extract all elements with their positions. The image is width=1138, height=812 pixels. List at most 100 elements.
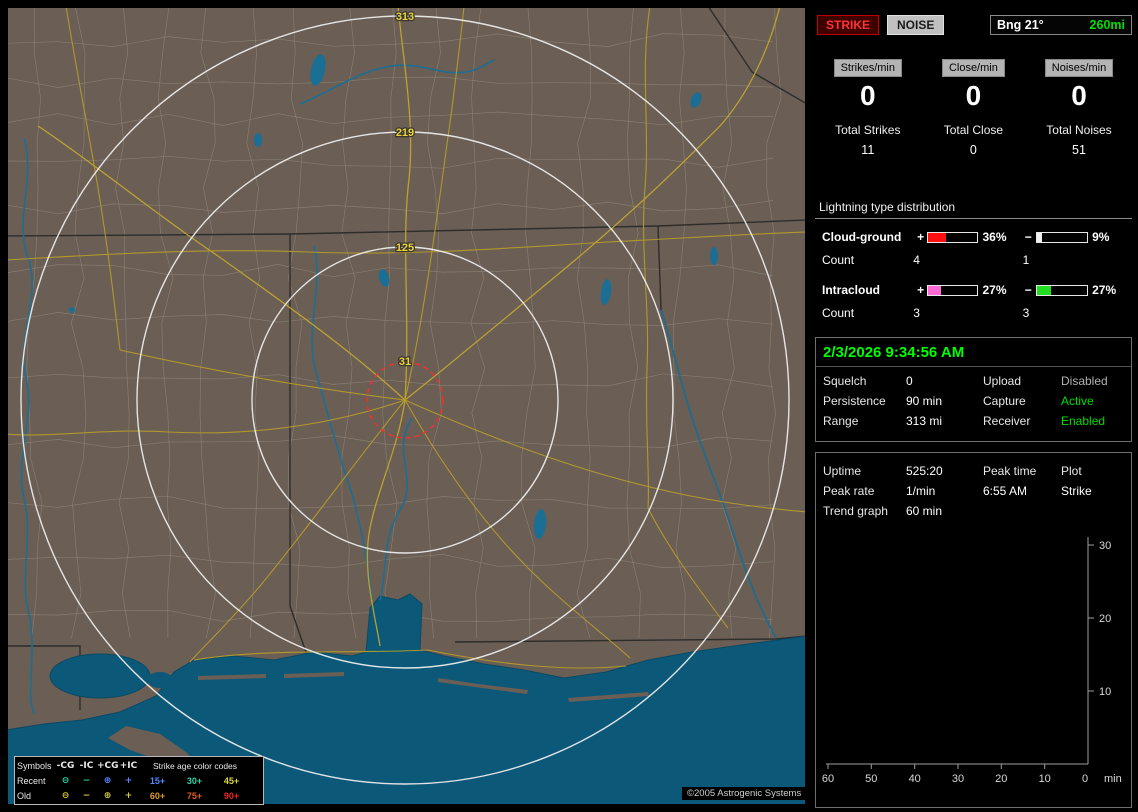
lightning-map[interactable]: 313 219 125 31 [8,8,805,804]
age-30: 30+ [186,775,203,786]
settings-row-persistence: Persistence 90 min Capture Active [816,391,1131,411]
legend-age-title: Strike age color codes [152,760,238,771]
ring-label-125: 125 [396,242,414,254]
peak-time-label: Peak time [983,464,1037,478]
stats-row-2: Peak rate 1/min 6:55 AM Strike [816,481,1131,501]
range-value: 313 mi [906,414,943,428]
status-panel: STRIKE NOISE Bng 21° 260mi Strikes/min 0… [815,0,1132,812]
squelch-value: 0 [906,374,913,388]
trend-graph: 30 20 10 60 50 40 30 20 10 0 min [822,537,1122,785]
x-tick-0: 0 [1082,773,1088,785]
cg-positive-count: 4 [913,253,920,267]
legend-recent-label: Recent [17,775,46,786]
strikes-per-min-value: 0 [860,80,876,111]
count-label: Count [822,253,855,267]
statistics-panel: Uptime 525:20 Peak time Plot Peak rate 1… [815,452,1132,808]
minus-sign: − [1024,230,1032,244]
cg-positive-bar [926,231,979,243]
old-cg-pos-icon: ⊕ [103,790,112,801]
lightning-type-distribution: Lightning type distribution Cloud-ground… [815,198,1132,325]
cg-negative-count: 1 [1022,253,1030,267]
bearing-value: Bng 21° [997,18,1044,32]
total-strikes-label: Total Strikes [835,123,901,137]
receiver-label: Receiver [983,414,1031,428]
rate-counters: Strikes/min 0 Total Strikes 11 Close/min… [815,58,1132,157]
y-tick-20: 20 [1099,613,1111,625]
noise-indicator[interactable]: NOISE [887,15,945,35]
legend-old-label: Old [17,790,32,801]
age-45: 45+ [223,775,240,786]
persistence-value: 90 min [906,394,943,408]
persistence-label: Persistence [823,394,886,408]
plus-sign: + [917,230,925,244]
uptime-value: 525:20 [906,464,943,478]
settings-row-squelch: Squelch 0 Upload Disabled [816,371,1131,391]
peak-time-value: 6:55 AM [983,484,1028,498]
close-per-min-value: 0 [965,80,982,111]
trend-window-value: 60 min [906,504,943,518]
divider [816,366,1131,367]
legend-col-cg-pos: +CG [97,760,119,771]
ring-label-219: 219 [396,127,414,139]
lake-pontchartrain [49,653,151,699]
nexstorm-window: 313 219 125 31 Symbols -CG -IC +CG +IC S… [0,0,1138,812]
x-tick-30: 30 [952,773,964,785]
old-ic-pos-icon: + [124,790,133,801]
noises-per-min-counter: Noises/min 0 Total Noises 51 [1026,58,1132,157]
old-ic-neg-icon: − [82,790,91,801]
legend-symbols-title: Symbols [17,760,52,771]
plot-label: Plot [1061,464,1082,478]
bearing-readout: Bng 21° 260mi [990,15,1132,35]
intracloud-label: Intracloud [822,283,881,297]
count-label: Count [822,306,855,320]
y-tick-10: 10 [1099,686,1111,698]
cloud-ground-count-row: Count 4 1 [815,248,1132,272]
clock-settings-panel: 2/3/2026 9:34:56 AM Squelch 0 Upload Dis… [815,337,1132,442]
recent-ic-pos-icon: + [124,775,133,786]
indicator-strip: STRIKE NOISE Bng 21° 260mi [817,14,1132,36]
x-tick-40: 40 [909,773,921,785]
map-canvas: 313 219 125 31 [8,8,805,804]
noises-per-min-badge: Noises/min [1044,59,1114,77]
x-tick-60: 60 [822,773,834,785]
plus-sign: + [917,283,925,297]
intracloud-count-row: Count 3 3 [815,301,1132,325]
plot-value: Strike [1061,484,1092,498]
age-60: 60+ [149,790,166,801]
upload-label: Upload [983,374,1022,388]
ic-positive-pct: 27% [982,283,1007,297]
x-tick-50: 50 [865,773,877,785]
strike-indicator[interactable]: STRIKE [817,15,880,35]
ic-positive-bar [926,284,979,296]
stats-row-trend: Trend graph 60 min [816,501,1131,521]
total-close-value: 0 [969,143,977,157]
legend-col-ic-neg: -IC [79,760,94,771]
capture-status: Active [1061,394,1094,408]
cg-positive-pct: 36% [982,230,1007,244]
datetime-display: 2/3/2026 9:34:56 AM [823,344,965,361]
distribution-title: Lightning type distribution [815,198,1132,219]
copyright-text: ©2005 Astrogenic Systems [682,787,807,800]
x-axis-unit: min [1104,773,1122,785]
ring-label-31: 31 [399,356,411,368]
trend-graph-label: Trend graph [823,504,888,518]
noises-per-min-value: 0 [1071,80,1087,111]
total-close-label: Total Close [943,123,1004,137]
total-noises-label: Total Noises [1046,123,1112,137]
capture-label: Capture [983,394,1026,408]
stats-row-1: Uptime 525:20 Peak time Plot [816,461,1131,481]
ic-negative-bar [1036,284,1089,296]
ic-negative-pct: 27% [1092,283,1117,297]
age-90: 90+ [223,790,240,801]
strikes-per-min-counter: Strikes/min 0 Total Strikes 11 [815,58,921,157]
close-per-min-counter: Close/min 0 Total Close 0 [921,58,1027,157]
bearing-range-value: 260mi [1089,18,1125,32]
x-tick-20: 20 [995,773,1007,785]
age-15: 15+ [149,775,166,786]
legend-col-cg-neg: -CG [56,760,75,771]
total-noises-value: 51 [1072,143,1086,157]
close-per-min-badge: Close/min [941,59,1005,77]
peak-rate-label: Peak rate [823,484,875,498]
ic-positive-count: 3 [913,306,920,320]
ic-negative-count: 3 [1022,306,1030,320]
